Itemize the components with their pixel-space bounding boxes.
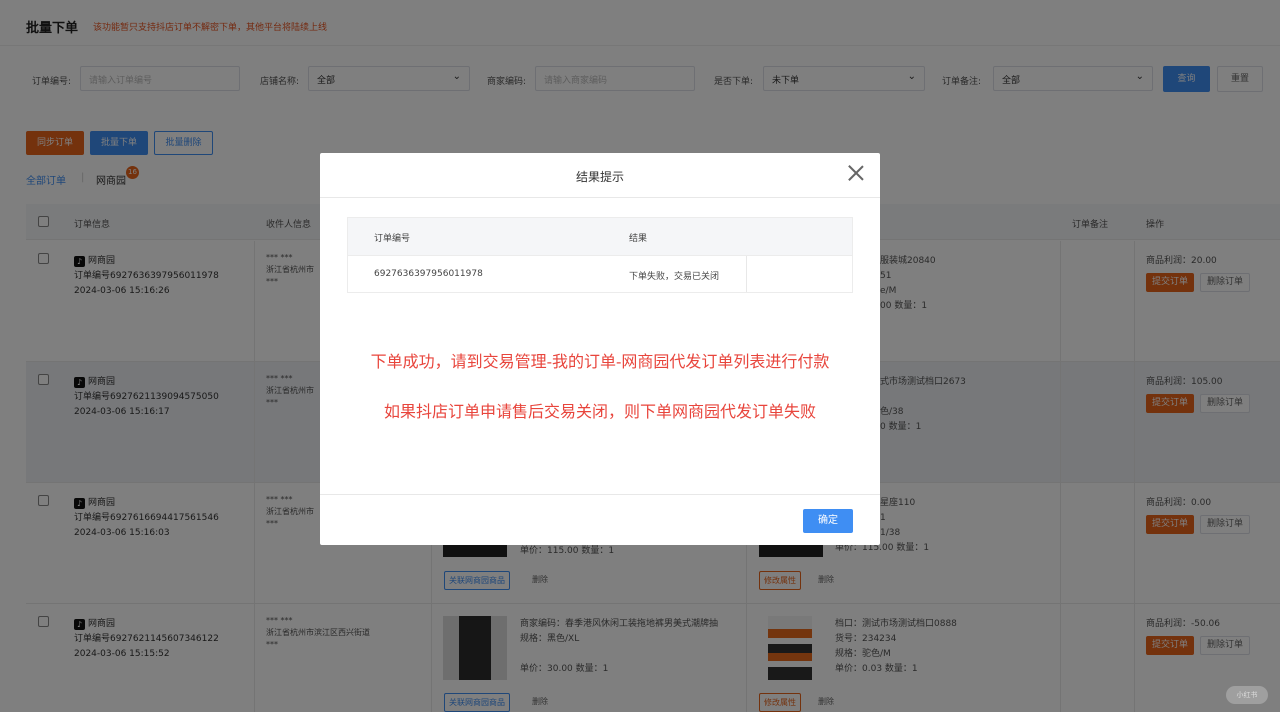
result-order-number: 6927636397956011978 (374, 269, 483, 279)
col-order-number: 订单编号 (374, 234, 411, 244)
result-status: 下单失败，交易已关闭 (629, 272, 720, 282)
failure-note: 如果抖店订单申请售后交易关闭，则下单网商园代发订单失败 (383, 402, 816, 421)
result-table-header: 订单编号 结果 (348, 218, 852, 256)
result-table: 订单编号 结果 6927636397956011978 下单失败，交易已关闭 (347, 217, 853, 293)
result-dialog: 结果提示 订单编号 结果 6927636397956011978 下单失败，交易… (320, 153, 880, 545)
dialog-title: 结果提示 (575, 170, 624, 184)
col-result: 结果 (629, 234, 648, 244)
corner-watermark: 小红书 (1226, 686, 1268, 704)
close-icon[interactable] (848, 165, 864, 181)
dialog-footer: 确定 (320, 494, 880, 545)
column-divider (746, 256, 747, 292)
dialog-header: 结果提示 (320, 153, 880, 198)
confirm-button[interactable]: 确定 (803, 509, 853, 533)
success-message: 下单成功，请到交易管理-我的订单-网商园代发订单列表进行付款 (370, 352, 830, 371)
